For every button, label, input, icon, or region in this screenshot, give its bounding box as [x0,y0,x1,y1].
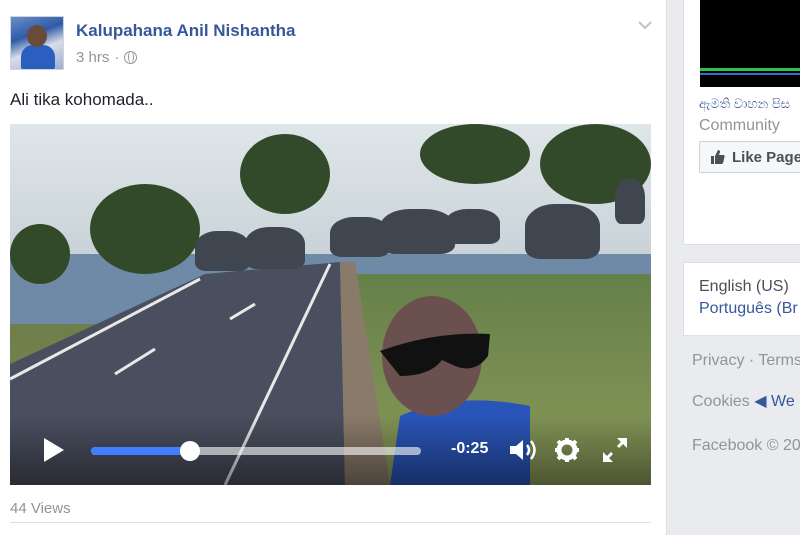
cookies-link[interactable]: Cookies [692,393,750,410]
video-view-count: 44 Views [10,500,71,517]
video-progress-fill [91,447,190,455]
author-avatar[interactable] [10,16,64,70]
more-link[interactable]: ◀ We [754,393,794,410]
video-elephant [195,231,250,271]
globe-icon[interactable] [124,51,138,64]
footer-links-row: Privacy · Terms [692,352,800,370]
video-elephant [615,179,645,224]
sponsored-image-stripe [700,73,800,75]
settings-gear-icon[interactable] [554,437,580,463]
chevron-down-icon[interactable] [636,16,654,34]
footer-links-row: Cookies ◀ We [692,391,795,411]
video-player[interactable]: -0:25 [10,124,651,485]
post-meta: 3 hrs · [76,49,138,66]
copyright: Facebook © 20 [692,437,800,454]
post-divider [10,522,651,523]
video-progress-bar[interactable] [91,441,421,461]
feed-post: Kalupahana Anil Nishantha 3 hrs · Ali ti… [0,0,667,535]
thumbs-up-icon [711,150,725,164]
language-card [683,262,800,336]
sponsored-page-name[interactable]: ඇමති වාහන පිස [699,96,790,112]
current-language: English (US) [699,278,789,295]
video-elephant [245,227,305,269]
author-name[interactable]: Kalupahana Anil Nishantha [76,21,295,41]
play-icon[interactable] [42,437,66,463]
video-elephant-herd [195,179,645,279]
privacy-link[interactable]: Privacy [692,352,744,369]
video-elephant [525,204,600,259]
terms-link[interactable]: Terms [758,352,800,369]
video-elephant [445,209,500,244]
post-text: Ali tika kohomada.. [10,90,154,109]
sponsored-page-category: Community [699,117,780,134]
like-page-label: Like Page [732,148,800,166]
meta-separator: · [114,49,120,66]
sponsored-image-stripe [700,68,800,71]
video-scrubber-handle[interactable] [180,441,200,461]
fullscreen-icon[interactable] [602,437,628,463]
footer-separator: · [748,352,755,369]
video-time-remaining: -0:25 [451,440,489,457]
language-option[interactable]: Português (Br [699,300,798,318]
post-timestamp[interactable]: 3 hrs [76,49,109,66]
like-page-button[interactable]: Like Page [699,141,800,173]
volume-icon[interactable] [509,437,539,463]
avatar-face [27,25,47,47]
video-elephant [380,209,455,254]
avatar-shirt [21,45,55,69]
